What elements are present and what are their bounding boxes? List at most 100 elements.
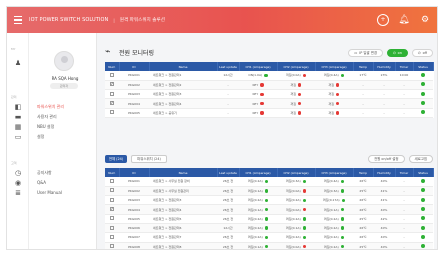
column-header[interactable]: Last update (217, 168, 240, 177)
tab-power-switch[interactable]: 파워스위치 (24) (131, 155, 167, 163)
channel-1-cell[interactable]: 켜짐(0.1A) (239, 204, 277, 215)
channel-2-cell[interactable]: 꺼짐(0.0A) (277, 71, 315, 81)
add-icon[interactable]: + (377, 14, 389, 26)
channel-2-cell[interactable]: 꺼짐 (277, 108, 315, 119)
channel-3-cell[interactable]: 켜짐(0.2A) (315, 242, 353, 249)
row-checkbox[interactable] (110, 72, 114, 77)
column-header[interactable]: Timer (395, 62, 414, 71)
column-header[interactable]: CH2 (Amperage) (277, 168, 316, 177)
channel-3-cell[interactable]: 꺼짐 (315, 98, 353, 109)
gear-icon[interactable]: ⚙ (419, 14, 431, 26)
tab-all[interactable]: 전체 (24) (105, 155, 127, 163)
channel-3-cell[interactable]: 꺼짐 (315, 108, 353, 119)
qa-icon[interactable]: ◉ (14, 179, 22, 187)
channel-1-cell[interactable]: KEY (239, 89, 277, 100)
column-header[interactable]: Timer (395, 168, 414, 177)
channel-3-cell[interactable]: 켜짐(0.3A) (315, 186, 353, 197)
channel-3-cell[interactable]: 켜짐(0.2A) (315, 232, 353, 243)
channel-3-cell[interactable]: 켜짐(0.17A) (315, 195, 353, 206)
bell-icon[interactable]: 🔔︎ (398, 14, 410, 26)
channel-2-cell[interactable]: 꺼짐(0.0A) (277, 204, 315, 215)
power-on-button[interactable]: ⏻ on (386, 49, 408, 57)
channel-1-cell[interactable]: 켜짐(0.2A) (239, 177, 277, 187)
channel-2-cell[interactable]: 꺼짐 (277, 89, 315, 100)
table-row[interactable]: PKG002 네트워크 > 사무실 전원관리 26초 전 켜짐(0.1A) 꺼짐(0.0… (105, 186, 433, 197)
monitor-icon[interactable]: ▭ (14, 133, 22, 141)
sidebar-item-nbu[interactable]: NBU 설정 (37, 124, 54, 130)
sidebar-item-users[interactable]: 사용자 관리 (37, 114, 57, 120)
column-header[interactable]: Humidity (373, 62, 396, 71)
column-header[interactable]: CH3 (Amperage) (315, 62, 354, 71)
channel-1-cell[interactable]: 켜짐(0.2A) (239, 232, 277, 243)
channel-2-cell[interactable]: 켜짐(0.2A) (277, 214, 315, 225)
channel-3-cell[interactable]: 켜짐(0.4A) (315, 177, 353, 187)
channel-3-cell[interactable]: 켜짐(0.2A) (315, 223, 353, 234)
power-schedule-button[interactable]: 전원 on/off 설정 (368, 155, 405, 163)
row-checkbox[interactable] (110, 244, 114, 249)
table-row[interactable]: PKG008 네트워크 > 전원관리8 26초 전 켜짐(0.1A) 꺼짐(0.0A) 켜… (105, 242, 433, 249)
column-header[interactable]: Name (149, 168, 218, 177)
channel-2-cell[interactable]: 켜짐(0.1A) (277, 223, 315, 234)
channel-1-cell[interactable]: KEY (239, 108, 277, 119)
row-checkbox[interactable] (110, 81, 114, 87)
table-row[interactable]: PKG006 네트워크 > 전원관리6 12시간 켜짐(0.2A) 켜짐(0.1A) 켜짐… (105, 223, 433, 234)
row-checkbox[interactable] (110, 110, 114, 115)
table-row[interactable]: PKG007 네트워크 > 전원관리7 26초 전 켜짐(0.2A) 켜짐(0.2A) 켜… (105, 232, 433, 243)
column-header[interactable]: ID (119, 168, 150, 177)
column-header[interactable]: Num (105, 168, 120, 177)
column-header[interactable]: Last update (217, 62, 240, 71)
briefcase-icon[interactable]: ▬ (14, 113, 22, 121)
channel-3-cell[interactable]: 꺼짐 (315, 89, 353, 100)
row-checkbox[interactable] (110, 206, 114, 212)
sidebar-item-settings[interactable]: 설정 (37, 134, 44, 140)
channel-2-cell[interactable]: 꺼짐 (277, 80, 315, 91)
table-row[interactable]: PKG004네트워크 > 전원관리4-KEY꺼짐꺼짐--- (105, 98, 433, 109)
column-header[interactable]: Num (105, 62, 120, 71)
ip-bulk-change-button[interactable]: ▭ IP 일괄 변경 (348, 49, 383, 57)
table-row[interactable]: PKG005 네트워크 > 전원관리5 26초 전 켜짐(0.2A) 켜짐(0.2A) 켜… (105, 214, 433, 225)
channel-2-cell[interactable]: 켜짐(0.2A) (277, 195, 315, 206)
channel-3-cell[interactable]: 켜짐(0.2A) (315, 214, 353, 225)
channel-3-cell[interactable]: 켜짐(0.4A) (315, 71, 353, 81)
table-row[interactable]: PKG004네트워크 > 전원관리426초 전 켜짐(0.1A) 꺼짐(0.0A) 켜… (105, 204, 433, 215)
sidebar-item-power-switch[interactable]: 파워스위치 관리 (37, 104, 64, 110)
channel-1-cell[interactable]: 켜짐(0.2A) (239, 195, 277, 206)
channel-2-cell[interactable]: 켜짐(0.3A) (277, 177, 315, 187)
channel-2-cell[interactable]: 꺼짐(0.0A) (277, 186, 315, 197)
column-header[interactable]: CH1 (Amperage) (239, 62, 278, 71)
cube-icon[interactable]: ◧ (14, 103, 22, 111)
row-checkbox[interactable] (110, 100, 114, 106)
refresh-button[interactable]: 새로고침 (408, 155, 433, 163)
manual-icon[interactable]: ≣ (14, 189, 22, 197)
menu-icon[interactable] (7, 7, 29, 33)
power-off-button[interactable]: ⏻ off (411, 49, 433, 57)
user-icon[interactable]: ♟ (14, 59, 22, 67)
channel-1-cell[interactable]: KEY (239, 98, 277, 109)
table-row[interactable]: PKG003 네트워크 > 전원관리3- KEY 꺼짐 꺼짐 - - - (105, 89, 433, 100)
channel-2-cell[interactable]: 꺼짐(0.0A) (277, 242, 315, 249)
channel-1-cell[interactable]: ON(1.0A) (239, 71, 277, 81)
column-header[interactable]: Humidity (373, 168, 396, 177)
row-checkbox[interactable] (110, 216, 114, 221)
column-header[interactable]: CH2 (Amperage) (277, 62, 316, 71)
row-checkbox[interactable] (110, 91, 114, 96)
channel-2-cell[interactable]: 꺼짐 (277, 98, 315, 109)
channel-1-cell[interactable]: 켜짐(0.1A) (239, 186, 277, 197)
column-header[interactable]: Status (413, 62, 434, 71)
table-row[interactable]: PKG001 네트워크 > 전원관리1 12시간 ON(1.0A) 꺼짐(0.0A) 켜짐… (105, 71, 433, 81)
column-header[interactable]: ID (119, 62, 150, 71)
table-row[interactable]: PKG001 네트워크 > 사무실 전원 장비 26초 전 켜짐(0.2A) 켜짐(0.… (105, 177, 433, 187)
column-header[interactable]: Temp (353, 168, 374, 177)
row-checkbox[interactable] (110, 188, 114, 193)
row-checkbox[interactable] (110, 178, 114, 183)
channel-1-cell[interactable]: 켜짐(0.1A) (239, 242, 277, 249)
channel-1-cell[interactable]: 켜짐(0.2A) (239, 214, 277, 225)
chart-icon[interactable]: ▦ (14, 123, 22, 131)
channel-3-cell[interactable]: 꺼짐 (315, 80, 353, 91)
channel-3-cell[interactable]: 켜짐(0.1A) (315, 204, 353, 215)
column-header[interactable]: CH3 (Amperage) (315, 168, 354, 177)
sidebar-item-manual[interactable]: User Manual (37, 190, 62, 195)
table-row[interactable]: PKG003 네트워크 > 전원관리3 26초 전 켜짐(0.2A) 켜짐(0.2A) 켜… (105, 195, 433, 206)
column-header[interactable]: Temp (353, 62, 374, 71)
row-checkbox[interactable] (110, 197, 114, 202)
